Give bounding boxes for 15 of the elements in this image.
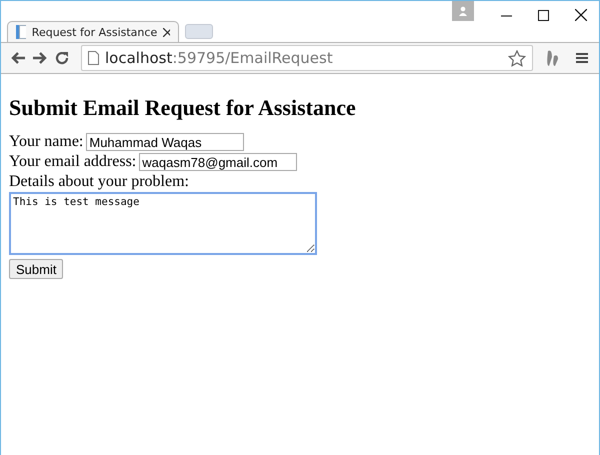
star-icon[interactable] — [508, 50, 526, 66]
url-text: localhost:59795/EmailRequest — [105, 49, 334, 67]
field-label: Details about your problem: — [9, 172, 189, 192]
document-icon — [16, 25, 26, 39]
message-field[interactable]: This is test message — [9, 192, 317, 255]
submit-button[interactable]: Submit — [9, 259, 64, 279]
input-field[interactable]: waqasm78@gmail.com — [139, 153, 298, 171]
page-icon — [88, 51, 99, 65]
field-label: Your email address: — [9, 152, 136, 172]
address-bar[interactable]: localhost:59795/EmailRequest — [81, 45, 533, 71]
input-field[interactable]: Muhammad Waqas — [86, 133, 244, 151]
browser-tab[interactable]: Request for Assistance — [7, 21, 179, 42]
close-icon[interactable] — [163, 28, 170, 36]
field-label: Your name: — [9, 132, 84, 152]
page-heading: Submit Email Request for Assistance — [9, 95, 357, 121]
